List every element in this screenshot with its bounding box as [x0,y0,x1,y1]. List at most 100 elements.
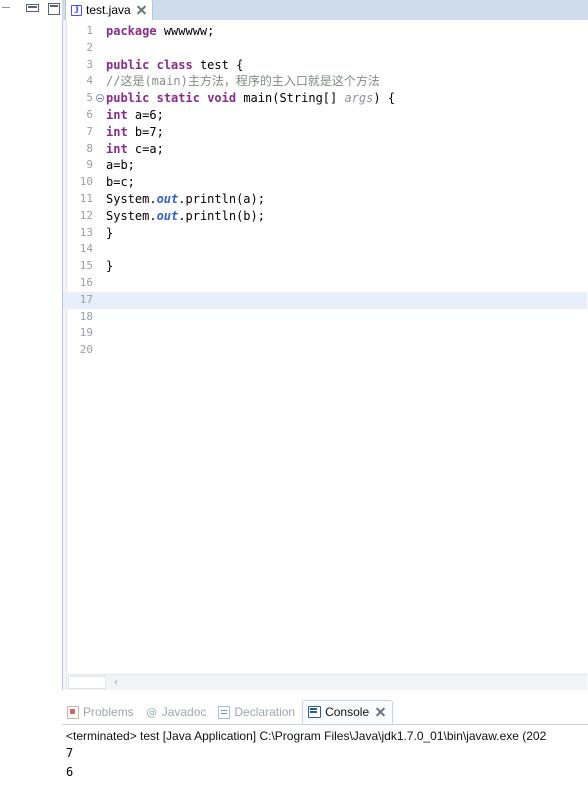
code-token: .println(b); [178,208,265,223]
close-icon[interactable] [375,707,385,717]
code-text: } [105,258,587,275]
code-token: out [156,208,179,223]
editor-tab-test-java[interactable]: test.java [65,0,153,20]
line-number: 20 [79,343,93,357]
editor-body[interactable]: 1 package wwwwww; 2 3 public class test {4 //… [62,20,588,690]
editor-console-sash[interactable] [62,690,588,700]
fold-column[interactable] [96,241,105,258]
code-line[interactable]: 14 [63,241,587,258]
console-output-line: 7 [66,746,74,760]
code-scroll-region[interactable]: 1 package wwwwww; 2 3 public class test {4 //… [63,20,587,668]
code-line[interactable]: 16 [63,275,587,292]
code-line[interactable]: 2 [63,40,587,57]
code-line[interactable]: 6 int a=6; [63,107,587,124]
fold-column[interactable] [96,141,105,158]
line-number: 14 [79,242,93,256]
bottom-tab-declaration[interactable]: Declaration [213,700,302,724]
code-token: } [106,225,114,240]
fold-column[interactable] [96,342,105,359]
line-number: 3 [86,57,93,71]
code-token: package [106,24,157,38]
code-token: ) { [373,91,396,106]
maximize-icon[interactable] [48,3,60,15]
console-view[interactable]: <terminated> test [Java Application] C:\… [62,724,588,798]
console-icon [308,706,322,718]
code-text: System.out.println(a); [105,191,587,208]
code-text: int c=a; [105,141,587,158]
bottom-tab-problems[interactable]: Problems [62,700,141,724]
code-token: (main) [144,74,188,89]
bottom-tab-console[interactable]: Console [302,700,394,724]
code-token: int [106,107,128,122]
code-line[interactable]: 15} [63,258,587,275]
chevron-left-icon[interactable]: ‹ [110,677,122,689]
code-token: public [106,91,150,106]
fold-column[interactable] [96,258,105,275]
collapse-fold-icon[interactable] [96,94,104,103]
code-line[interactable]: 1 package wwwwww; [63,23,587,40]
fold-column[interactable] [96,40,105,57]
code-line[interactable]: 12 System.out.println(b); [63,208,587,225]
line-number: 9 [86,158,93,172]
line-number: 8 [86,141,93,155]
code-token: public [106,57,150,72]
line-number: 11 [79,191,93,205]
code-line[interactable]: 9 a=b; [63,157,587,174]
line-number: 12 [79,208,93,222]
code-line[interactable]: 8 int c=a; [63,141,587,158]
code-text: package wwwwww; [105,23,587,40]
fold-column[interactable] [96,225,105,242]
code-token: test { [192,57,244,72]
fold-column[interactable] [96,292,105,309]
fold-column[interactable] [96,325,105,342]
code-line[interactable]: 3 public class test { [63,57,587,74]
scrollbar-thumb[interactable] [68,676,106,689]
code-token: a=b; [106,158,135,173]
fold-column[interactable] [96,275,105,292]
close-icon[interactable] [136,5,146,15]
code-token: .println(a); [178,191,265,206]
fold-column[interactable] [96,191,105,208]
fold-column[interactable] [96,309,105,326]
bottom-view-stack: Problems @ Javadoc Declaration Console <term… [62,700,588,798]
code-token: int [106,124,128,139]
line-number: 16 [79,275,93,289]
line-number: 13 [79,225,93,239]
console-status-line: <terminated> test [Java Application] C:\… [66,729,547,743]
fold-column[interactable] [96,57,105,74]
code-token: static [156,91,200,106]
fold-column[interactable] [96,174,105,191]
javadoc-icon: @ [146,705,158,719]
code-line[interactable]: 4 //这是(main)主方法，程序的主入口就是这个方法 [63,73,587,90]
code-line[interactable]: 20 [63,342,587,359]
code-line[interactable]: 17 [63,291,587,309]
code-line[interactable]: 5 public static void main(String[] args) … [63,90,587,107]
code-token: args [344,91,374,106]
code-line[interactable]: 10 b=c; [63,174,587,191]
code-token: System. [106,208,157,223]
fold-column[interactable] [96,157,105,174]
code-line[interactable]: 18 [63,309,587,326]
bottom-tab-javadoc[interactable]: @ Javadoc [141,700,214,724]
code-line[interactable]: 13} [63,225,587,242]
code-token: //这是 [106,74,145,89]
fold-column[interactable] [96,90,105,107]
code-line[interactable]: 7 int b=7; [63,124,587,141]
fold-column[interactable] [96,107,105,124]
fold-column[interactable] [96,208,105,225]
fold-column[interactable] [96,23,105,40]
minimize-icon[interactable] [26,4,39,12]
code-token: void [207,91,237,106]
line-number: 5 [86,91,93,105]
problems-icon [67,705,79,719]
editor-area: test.java 1 package wwwwww; 2 3 public class… [62,0,588,690]
fold-column[interactable] [96,124,105,141]
code-line[interactable]: 11 System.out.println(a); [63,191,587,208]
fold-column[interactable] [96,73,105,90]
editor-horizontal-scrollbar[interactable]: ‹ [68,674,587,690]
bottom-tab-label: Problems [83,705,134,719]
code-line[interactable]: 19 [63,325,587,342]
